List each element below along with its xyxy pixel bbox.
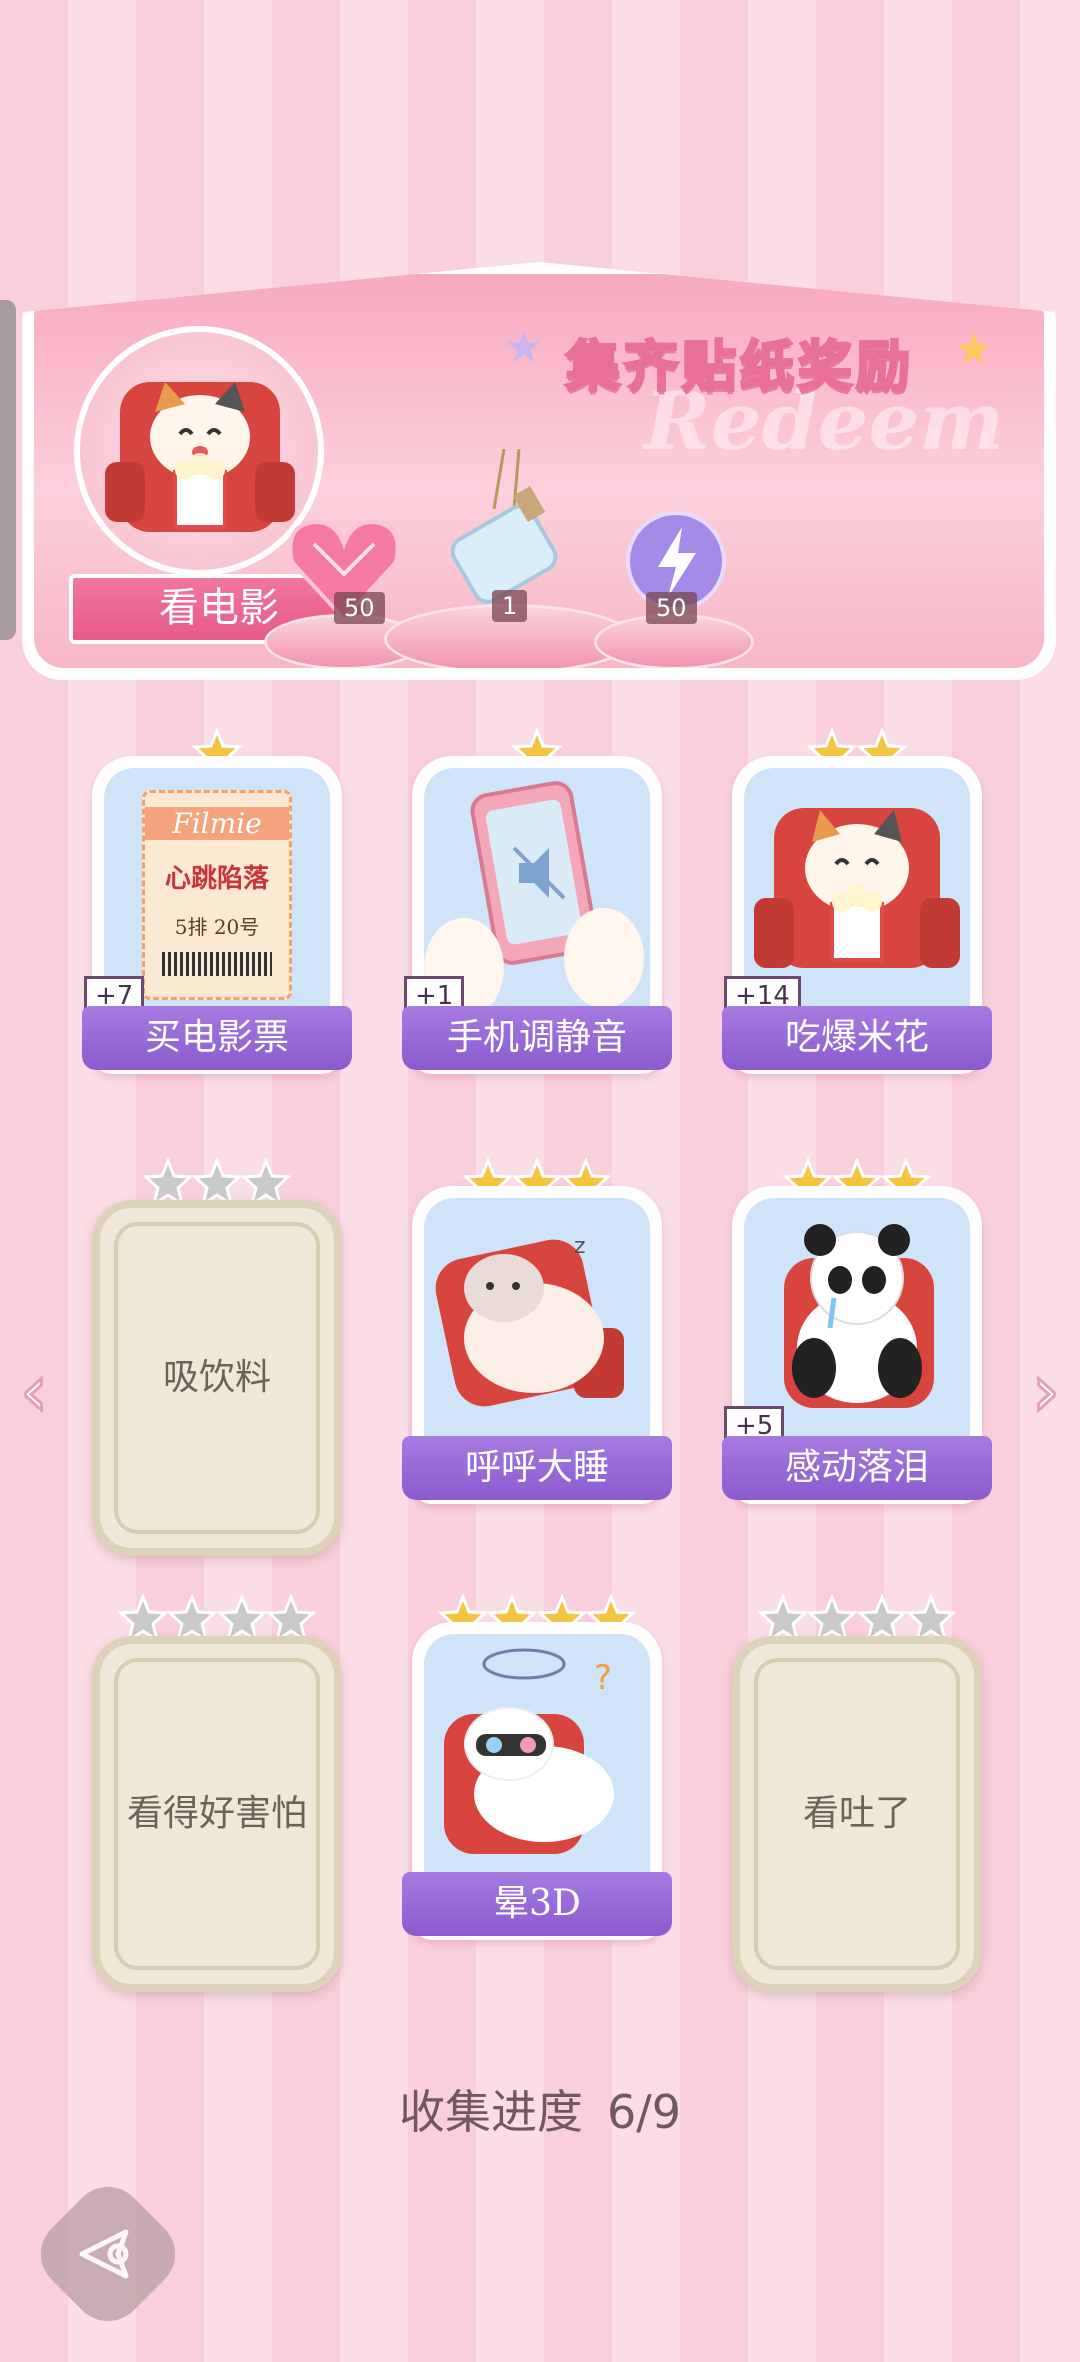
- card-label: 看得好害怕: [126, 1793, 307, 1834]
- ticket-title: 心跳陷落: [164, 864, 269, 894]
- reward-count: 50: [334, 592, 385, 624]
- sticker-card-3d-dizzy[interactable]: ? 晕3D: [402, 1594, 672, 1940]
- banner-title: 集齐贴纸奖励: [565, 333, 914, 400]
- next-page-arrow-icon[interactable]: ›: [1031, 1349, 1062, 1434]
- cat-popcorn-icon: [754, 808, 960, 968]
- card-label: 吃爆米花: [722, 1006, 992, 1070]
- movie-ticket: Filmie 心跳陷落 5排 20号: [142, 790, 292, 1000]
- side-drawer-handle[interactable]: [0, 300, 16, 640]
- sticker-card-silent-phone[interactable]: +1 手机调静音: [402, 728, 672, 1074]
- card-label: 看吐了: [802, 1793, 911, 1834]
- sticker-card-sleep[interactable]: z 呼呼大睡: [402, 1158, 672, 1504]
- sticker-card-throw-up[interactable]: 看吐了: [732, 1594, 982, 2006]
- sticker-card-moved-to-tears[interactable]: +5 感动落泪: [722, 1158, 992, 1504]
- star-deco-icon: ★: [504, 322, 544, 373]
- card-label: 买电影票: [82, 1006, 352, 1070]
- star-deco-icon: ★: [954, 324, 994, 375]
- sleeping-hamster-icon: z: [435, 1234, 624, 1407]
- reward-count: 50: [646, 592, 697, 624]
- barcode-icon: [162, 952, 272, 976]
- svg-text:?: ?: [594, 1658, 612, 1698]
- sticker-card-buy-ticket[interactable]: Filmie 心跳陷落 5排 20号 +7 买电影票: [82, 728, 352, 1074]
- previous-page-arrow-icon[interactable]: ‹: [19, 1349, 50, 1434]
- card-label: 晕3D: [402, 1872, 672, 1936]
- progress-label: 收集进度: [398, 2085, 583, 2139]
- sticker-card-drink-soda[interactable]: 吸饮料: [92, 1158, 342, 1570]
- sticker-card-eat-popcorn[interactable]: +14 吃爆米花: [722, 728, 992, 1074]
- crying-panda-icon: [784, 1224, 934, 1408]
- card-label: 手机调静音: [402, 1006, 672, 1070]
- phone-mute-icon: [424, 781, 644, 1018]
- reward-banner: Redeem ★ ★ 集齐贴纸奖励 看电影 50 1 50: [22, 262, 1056, 680]
- dizzy-cat-3d-glasses-icon: ?: [444, 1648, 614, 1854]
- card-label: 吸饮料: [162, 1357, 271, 1398]
- back-button[interactable]: [25, 2171, 191, 2337]
- ticket-seat: 5排 20号: [174, 915, 260, 939]
- progress-value: 6/9: [606, 2085, 682, 2139]
- cat-popcorn-icon: [105, 382, 295, 532]
- svg-text:z: z: [574, 1234, 586, 1259]
- card-label: 呼呼大睡: [402, 1436, 672, 1500]
- back-arrow-icon: [79, 2229, 129, 2279]
- reward-count: 1: [492, 590, 528, 622]
- collection-progress: 收集进度 6/9: [0, 2076, 1080, 2142]
- sticker-card-scared[interactable]: 看得好害怕: [92, 1594, 342, 2006]
- card-label: 感动落泪: [722, 1436, 992, 1500]
- ticket-brand: Filmie: [145, 807, 289, 840]
